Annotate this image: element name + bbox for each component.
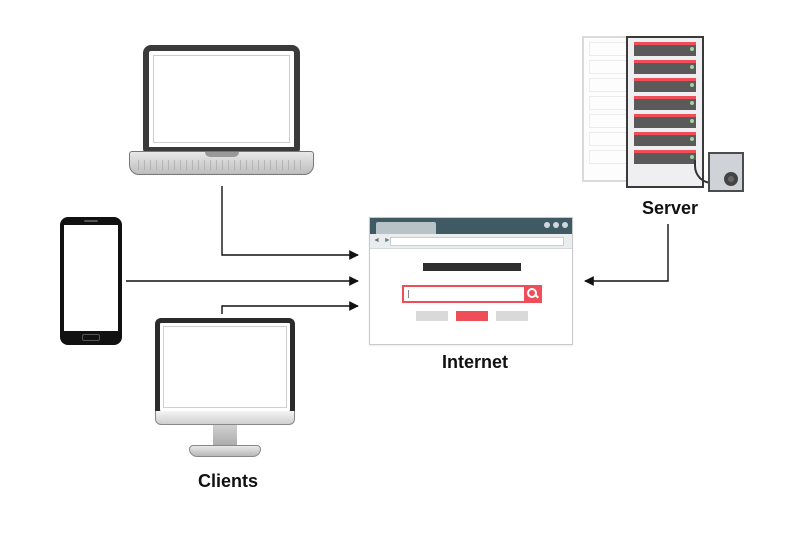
search-field — [402, 285, 542, 303]
client-desktop — [155, 318, 295, 463]
arrow-laptop-to-internet — [222, 186, 358, 255]
page-heading-bar — [423, 263, 521, 271]
internet-browser: ◄ ► — [369, 217, 573, 345]
result-pill — [416, 311, 448, 321]
result-pill — [496, 311, 528, 321]
clients-label: Clients — [188, 471, 268, 492]
server-tower — [708, 152, 744, 192]
laptop-screen — [143, 45, 300, 153]
server-unit — [634, 96, 696, 110]
client-laptop — [129, 45, 314, 180]
laptop-keyboard — [129, 151, 314, 175]
server-unit — [634, 60, 696, 74]
desktop-stand-foot — [189, 445, 261, 457]
phone-screen — [64, 225, 118, 331]
server-unit — [634, 114, 696, 128]
internet-label: Internet — [430, 352, 520, 373]
browser-nav-icon: ◄ ► — [373, 237, 392, 244]
browser-tab-bar — [370, 218, 572, 234]
client-smartphone — [60, 217, 122, 345]
desktop-screen — [155, 318, 295, 416]
server-unit — [634, 132, 696, 146]
server-unit — [634, 78, 696, 92]
browser-address-bar: ◄ ► — [370, 234, 572, 249]
arrow-desktop-to-internet — [222, 306, 358, 314]
server-label: Server — [630, 198, 710, 219]
arrow-server-to-internet — [585, 224, 668, 281]
window-controls-icon — [544, 222, 568, 228]
diagram-stage: ◄ ► Clients Internet — [0, 0, 800, 535]
browser-viewport — [370, 249, 572, 345]
server-unit — [634, 150, 696, 164]
desktop-bezel — [155, 411, 295, 425]
search-icon — [524, 285, 542, 303]
server-rack-primary — [626, 36, 704, 188]
server-rack — [582, 36, 752, 196]
server-unit — [634, 42, 696, 56]
result-pill-active — [456, 311, 488, 321]
desktop-stand-neck — [213, 425, 237, 447]
browser-tab — [376, 222, 436, 234]
